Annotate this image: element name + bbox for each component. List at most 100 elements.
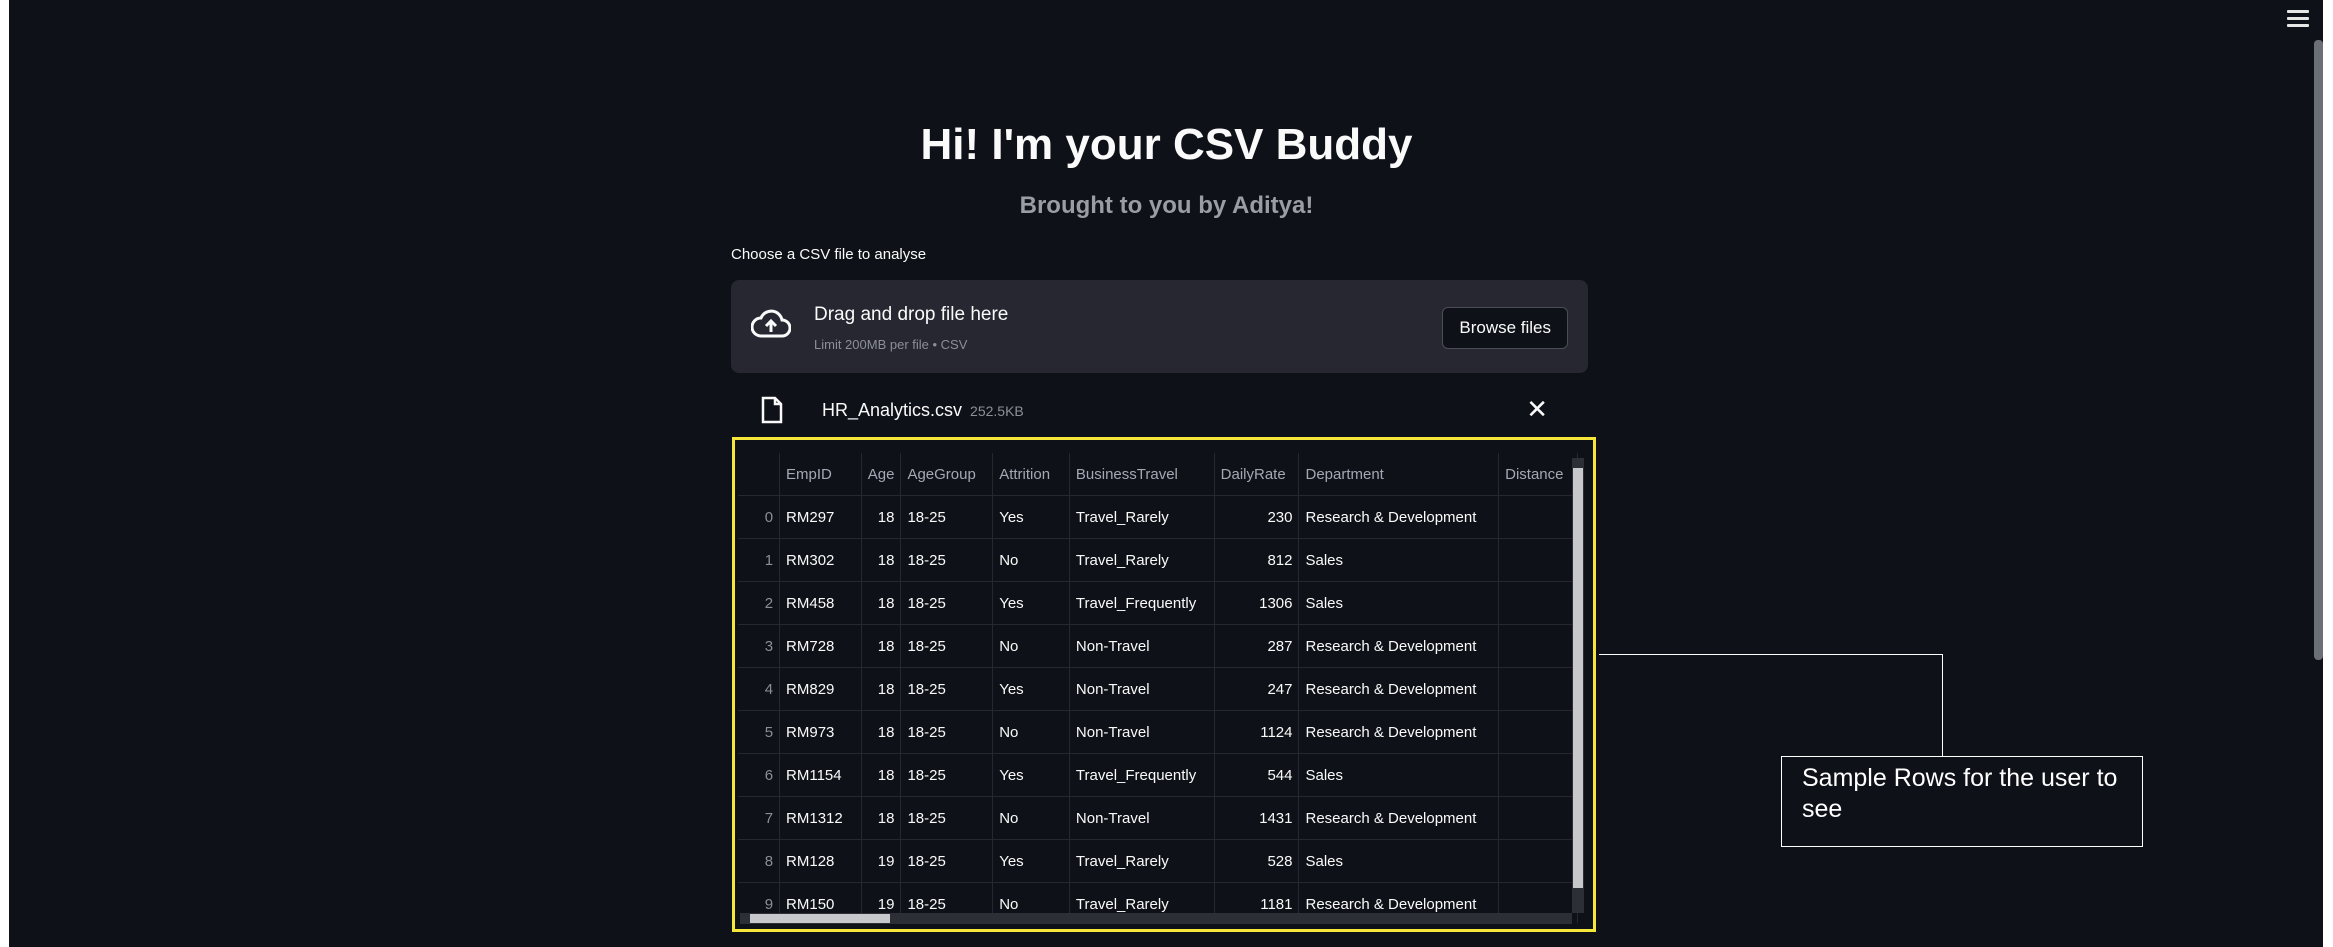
table-cell: Sales (1298, 839, 1500, 883)
table-cell: Non-Travel (1069, 667, 1215, 711)
table-cell: 18 (861, 624, 902, 668)
table-row[interactable]: 0 RM297 18 18-25 Yes Travel_Rarely 230 Research… (738, 495, 1578, 539)
table-cell (1498, 710, 1578, 754)
file-uploader-label: Choose a CSV file to analyse (731, 246, 927, 263)
table-cell: Research & Development (1298, 495, 1500, 539)
table-cell: 528 (1214, 839, 1300, 883)
table-cell: No (992, 624, 1070, 668)
table-cell: Research & Development (1298, 796, 1500, 840)
table-row[interactable]: 7 RM1312 18 18-25 No Non-Travel 1431 Research &… (738, 796, 1578, 840)
file-icon (761, 396, 783, 424)
column-header[interactable]: Department (1298, 453, 1500, 496)
table-cell: No (992, 710, 1070, 754)
table-cell: 18-25 (900, 538, 994, 582)
table-cell: 18-25 (900, 624, 994, 668)
row-index: 3 (738, 624, 781, 668)
table-cell: 18 (861, 753, 902, 797)
table-cell: RM829 (779, 667, 862, 711)
table-cell: 18 (861, 667, 902, 711)
table-cell: 18 (861, 581, 902, 625)
dataframe-table[interactable]: EmpID Age AgeGroup Attrition BusinessTravel D… (738, 453, 1578, 923)
table-cell: RM302 (779, 538, 862, 582)
table-row[interactable]: 2 RM458 18 18-25 Yes Travel_Frequently 1306 Sal… (738, 581, 1578, 625)
index-header[interactable] (738, 453, 781, 496)
table-header-row: EmpID Age AgeGroup Attrition BusinessTravel D… (738, 453, 1578, 496)
column-header[interactable]: DailyRate (1214, 453, 1300, 496)
hamburger-menu-icon[interactable] (2287, 10, 2309, 27)
uploaded-file-row: HR_Analytics.csv 252.5KB ✕ (731, 392, 1588, 432)
table-cell: 230 (1214, 495, 1300, 539)
table-cell: 18-25 (900, 839, 994, 883)
table-cell: Sales (1298, 581, 1500, 625)
table-cell (1498, 667, 1578, 711)
table-cell: Research & Development (1298, 667, 1500, 711)
row-index: 4 (738, 667, 781, 711)
table-row[interactable]: 8 RM128 19 18-25 Yes Travel_Rarely 528 Sales (738, 839, 1578, 883)
table-cell: 19 (861, 839, 902, 883)
table-cell: Travel_Rarely (1069, 495, 1215, 539)
scrollbar-thumb[interactable] (750, 914, 890, 923)
table-cell: 18 (861, 495, 902, 539)
file-name-text: HR_Analytics.csv (822, 400, 963, 420)
callout-connector (1942, 654, 1943, 756)
table-cell: RM973 (779, 710, 862, 754)
table-row[interactable]: 4 RM829 18 18-25 Yes Non-Travel 247 Research & … (738, 667, 1578, 711)
column-header[interactable]: BusinessTravel (1069, 453, 1215, 496)
table-cell: RM1154 (779, 753, 862, 797)
table-row[interactable]: 3 RM728 18 18-25 No Non-Travel 287 Research & D… (738, 624, 1578, 668)
table-cell (1498, 796, 1578, 840)
table-cell: 544 (1214, 753, 1300, 797)
column-header[interactable]: Age (861, 453, 902, 496)
table-cell: RM458 (779, 581, 862, 625)
column-header[interactable]: AgeGroup (900, 453, 994, 496)
table-cell: 1306 (1214, 581, 1300, 625)
column-header[interactable]: Distance (1498, 453, 1578, 496)
dropzone-hint: Limit 200MB per file • CSV (814, 337, 968, 352)
table-row[interactable]: 6 RM1154 18 18-25 Yes Travel_Frequently 544 Sal… (738, 753, 1578, 797)
row-index: 6 (738, 753, 781, 797)
table-cell: No (992, 538, 1070, 582)
column-header[interactable]: Attrition (992, 453, 1070, 496)
table-cell: Yes (992, 753, 1070, 797)
table-cell: Yes (992, 667, 1070, 711)
callout-connector (1599, 654, 1943, 655)
table-horizontal-scrollbar[interactable] (740, 913, 1572, 924)
column-header[interactable]: EmpID (779, 453, 862, 496)
table-cell: Non-Travel (1069, 624, 1215, 668)
file-dropzone[interactable]: Drag and drop file here Limit 200MB per … (731, 280, 1588, 373)
page-title: Hi! I'm your CSV Buddy (920, 120, 1413, 169)
table-cell: Non-Travel (1069, 710, 1215, 754)
table-cell: 18 (861, 538, 902, 582)
row-index: 0 (738, 495, 781, 539)
table-cell: Non-Travel (1069, 796, 1215, 840)
table-cell: 18-25 (900, 796, 994, 840)
table-row[interactable]: 5 RM973 18 18-25 No Non-Travel 1124 Research & … (738, 710, 1578, 754)
table-vertical-scrollbar[interactable] (1572, 458, 1584, 913)
table-cell (1498, 624, 1578, 668)
table-cell: Yes (992, 495, 1070, 539)
table-cell: RM297 (779, 495, 862, 539)
table-cell: 18 (861, 796, 902, 840)
table-cell: RM1312 (779, 796, 862, 840)
table-cell (1498, 753, 1578, 797)
browse-files-button[interactable]: Browse files (1442, 307, 1568, 349)
row-index: 1 (738, 538, 781, 582)
table-cell: Travel_Rarely (1069, 538, 1215, 582)
table-cell (1498, 495, 1578, 539)
table-cell: Travel_Frequently (1069, 581, 1215, 625)
table-cell (1498, 538, 1578, 582)
uploaded-file-name: HR_Analytics.csv 252.5KB (822, 400, 1024, 421)
close-icon[interactable]: ✕ (1526, 394, 1548, 425)
table-cell: 287 (1214, 624, 1300, 668)
table-cell: Travel_Rarely (1069, 839, 1215, 883)
table-cell: No (992, 796, 1070, 840)
table-cell (1498, 581, 1578, 625)
table-cell: 18-25 (900, 710, 994, 754)
table-row[interactable]: 1 RM302 18 18-25 No Travel_Rarely 812 Sales (738, 538, 1578, 582)
table-cell: Research & Development (1298, 624, 1500, 668)
table-cell: 18-25 (900, 495, 994, 539)
scrollbar-thumb[interactable] (1573, 468, 1583, 888)
table-cell: RM728 (779, 624, 862, 668)
table-cell: 812 (1214, 538, 1300, 582)
row-index: 2 (738, 581, 781, 625)
